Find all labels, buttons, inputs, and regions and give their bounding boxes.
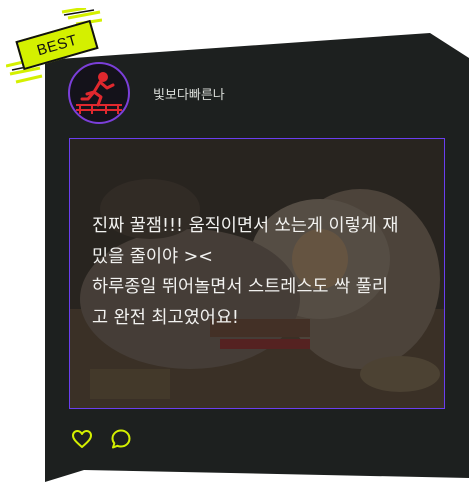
like-button[interactable]	[70, 428, 94, 450]
best-badge-label: BEST	[34, 31, 80, 59]
author-name[interactable]: 빛보다빠른나	[153, 84, 225, 103]
post-content: 진짜 꿀잼!!! 움직이면서 쏘는게 이렇게 재 밌을 줄이야 >< 하루종일 …	[69, 138, 445, 409]
heart-icon	[72, 430, 92, 448]
comment-button[interactable]	[109, 428, 133, 450]
avatar[interactable]	[68, 62, 130, 124]
review-card-stage: BEST 빛보다빠른나 진짜 꿀잼!!! 움직이면서 쏘는게 이렇게 재 밌을 …	[0, 0, 469, 482]
post-text: 진짜 꿀잼!!! 움직이면서 쏘는게 이렇게 재 밌을 줄이야 >< 하루종일 …	[92, 216, 399, 328]
runner-logo-icon	[72, 66, 126, 120]
comment-icon	[111, 429, 131, 449]
